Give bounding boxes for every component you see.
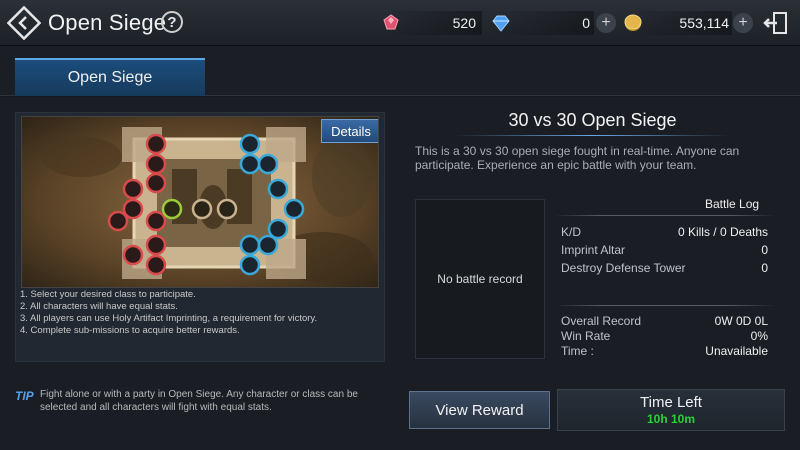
no-battle-record-text: No battle record (437, 272, 523, 286)
currency-red-gem: 520 (382, 11, 482, 35)
battle-log-title: Battle Log (705, 197, 760, 211)
help-button[interactable]: ? (161, 11, 183, 33)
back-icon (7, 6, 41, 40)
blue-diamond-icon (492, 15, 510, 32)
add-blue-diamond-button[interactable]: + (596, 13, 616, 33)
time-left-value: 10h 10m (646, 412, 696, 426)
currency-blue-diamond-value: 0 (582, 15, 590, 31)
stat-label: K/D (561, 225, 582, 239)
details-button[interactable]: Details (321, 119, 378, 143)
stat-label: Destroy Defense Tower (561, 261, 686, 275)
rule-1: 1. Select your desired class to particip… (20, 289, 196, 300)
time-left-box: Time Left 10h 10m (557, 389, 785, 431)
exit-door-icon (763, 12, 787, 34)
tab-open-siege[interactable]: Open Siege (15, 58, 205, 96)
stat-value: Unavailable (705, 344, 768, 358)
stat-label: Overall Record (561, 314, 642, 328)
view-reward-button[interactable]: View Reward (409, 391, 550, 429)
stat-value: 0W 0D 0L (714, 314, 768, 328)
stat-value: 0 (761, 261, 768, 275)
exit-button[interactable] (762, 9, 790, 37)
stat-value: 0 (761, 243, 768, 257)
rule-3: 3. All players can use Holy Artifact Imp… (20, 313, 318, 324)
currency-gold-coin: 553,114 (622, 11, 732, 35)
rule-2: 2. All characters will have equal stats. (20, 301, 178, 312)
siege-map: Details (21, 116, 379, 288)
map-panel: Details 1. Select your desired class to … (15, 112, 385, 362)
main-content: Details 1. Select your desired class to … (0, 97, 800, 450)
back-button[interactable] (6, 5, 42, 41)
stat-value: 0% (750, 329, 768, 343)
rules-list: 1. Select your desired class to particip… (20, 289, 317, 337)
currency-blue-diamond: 0 (490, 11, 594, 35)
overall-divider (555, 305, 775, 306)
stat-label: Win Rate (561, 329, 611, 343)
stat-label: Imprint Altar (561, 243, 626, 257)
red-gem-icon (383, 14, 399, 30)
siege-title: 30 vs 30 Open Siege (508, 110, 677, 130)
stat-label: Time : (561, 344, 594, 358)
currency-red-gem-value: 520 (452, 15, 476, 31)
time-left-label: Time Left (640, 394, 702, 411)
siege-description: This is a 30 vs 30 open siege fought in … (415, 144, 740, 172)
tip-text: Fight alone or with a party in Open Sieg… (40, 389, 358, 413)
page-title: Open Siege (48, 10, 167, 35)
currency-gold-coin-value: 553,114 (679, 15, 729, 31)
tab-strip: Open Siege (0, 46, 800, 96)
battle-record-box: No battle record (415, 199, 545, 359)
tip-label: TIP (15, 389, 34, 403)
top-bar: Open Siege ? 520 0 + 553,114 + (0, 0, 800, 46)
add-gold-button[interactable]: + (733, 13, 753, 33)
stat-value: 0 Kills / 0 Deaths (677, 225, 768, 239)
rule-4: 4. Complete sub-missions to acquire bett… (20, 325, 240, 336)
battle-log-divider (555, 215, 775, 216)
gold-coin-icon (624, 14, 642, 31)
title-divider (455, 135, 730, 136)
